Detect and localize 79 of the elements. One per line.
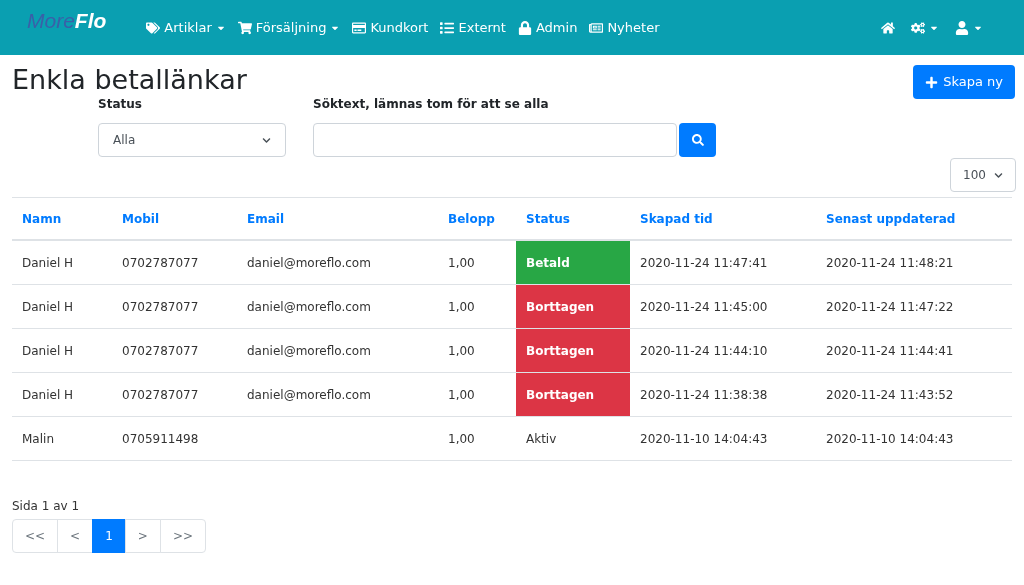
table-cell-text: 2020-11-24 11:38:38 [640,386,768,404]
table-cell-text: Daniel H [22,342,74,360]
nav-icon-button[interactable] [911,20,939,35]
status-cell: Borttagen [516,285,630,328]
nav-link[interactable]: Nyheter [589,17,660,38]
credit-card-icon [352,20,367,35]
table-cell-text: Malin [22,430,54,448]
table-cell-text: 2020-11-10 14:04:43 [826,430,954,448]
page-size-select[interactable]: 100 [950,158,1016,192]
column-header[interactable]: Mobil [112,209,237,228]
page-button[interactable]: 1 [92,519,126,553]
table-cell-text: 1,00 [448,254,475,272]
user-icon [955,20,969,35]
gears-icon [911,20,925,35]
nav-link[interactable]: Externt [440,17,506,38]
page-info: Sida 1 av 1 [12,498,80,515]
column-header[interactable]: Senast uppdaterad [816,209,1012,228]
column-header[interactable]: Skapad tid [630,209,816,228]
lock-icon [517,20,532,35]
table-cell-text: 2020-11-24 11:43:52 [826,386,954,404]
table-cell-text: daniel@moreflo.com [247,298,371,316]
status-cell-text: Aktiv [525,430,558,448]
nav-link[interactable]: Admin [517,17,578,38]
table-cell-text: 2020-11-24 11:44:10 [640,342,768,360]
cart-icon [237,20,252,35]
create-button[interactable]: Skapa ny [913,65,1015,99]
search-button[interactable] [679,123,716,157]
table-cell-text: 1,00 [448,386,475,404]
field-label: Status [98,96,143,113]
table-cell-text: 0702787077 [122,386,199,404]
field-label: Söktext, lämnas tom för att se alla [313,96,550,113]
column-header[interactable]: Namn [12,209,112,228]
logo-text: More [27,7,75,34]
tags-icon [146,20,161,35]
table-cell-text: 0702787077 [122,342,199,360]
table-cell-text: 1,00 [448,342,475,360]
column-header[interactable]: Belopp [438,209,516,228]
table-cell-text: 2020-11-24 11:45:00 [640,298,768,316]
table-cell-text: 2020-11-24 11:48:21 [826,254,954,272]
table-cell-text: 0702787077 [122,254,199,272]
logo-text: Flo [74,7,107,34]
table-cell-text: 2020-11-24 11:47:22 [826,298,954,316]
table-cell-text: 2020-11-24 11:47:41 [640,254,768,272]
status-cell: Borttagen [516,373,630,416]
chevron-icon [262,135,271,145]
nav-icon-button[interactable] [955,20,983,35]
table-cell-text: 2020-11-24 11:44:41 [826,342,954,360]
list-icon [440,20,455,35]
table-cell-text: 2020-11-10 14:04:43 [640,430,768,448]
page-button[interactable]: > [124,519,161,553]
search-icon [691,134,704,146]
status-cell: Borttagen [516,329,630,372]
search-field[interactable] [313,123,677,157]
column-header[interactable]: Email [237,209,438,228]
table-cell-text: Daniel H [22,254,74,272]
table-cell-text: daniel@moreflo.com [247,342,371,360]
table-cell-text: 0702787077 [122,298,199,316]
nav-link[interactable]: Kundkort [352,17,429,38]
chevron-icon [994,170,1003,180]
status-cell: Betald [516,241,630,284]
page-button[interactable]: >> [159,519,206,553]
status-select[interactable]: Alla [98,123,286,157]
table-cell-text: daniel@moreflo.com [247,254,371,272]
plus-icon [925,75,939,89]
nav-icon-button[interactable] [881,20,895,35]
page-title: Enkla betallänkar [12,65,247,95]
nav-link[interactable]: Försäljning [237,17,341,38]
table-cell-text: 1,00 [448,298,475,316]
page-button[interactable]: < [57,519,94,553]
table-cell-text: Daniel H [22,298,74,316]
home-icon [881,20,895,35]
column-header[interactable]: Status [516,209,630,228]
nav-link[interactable]: Artiklar [146,17,226,38]
page-button[interactable]: << [12,519,59,553]
newspaper-icon [589,20,604,35]
table-cell-text: daniel@moreflo.com [247,386,371,404]
table-cell-text: Daniel H [22,386,74,404]
table-cell-text: 0705911498 [122,430,199,448]
table-cell-text: 1,00 [448,430,475,448]
